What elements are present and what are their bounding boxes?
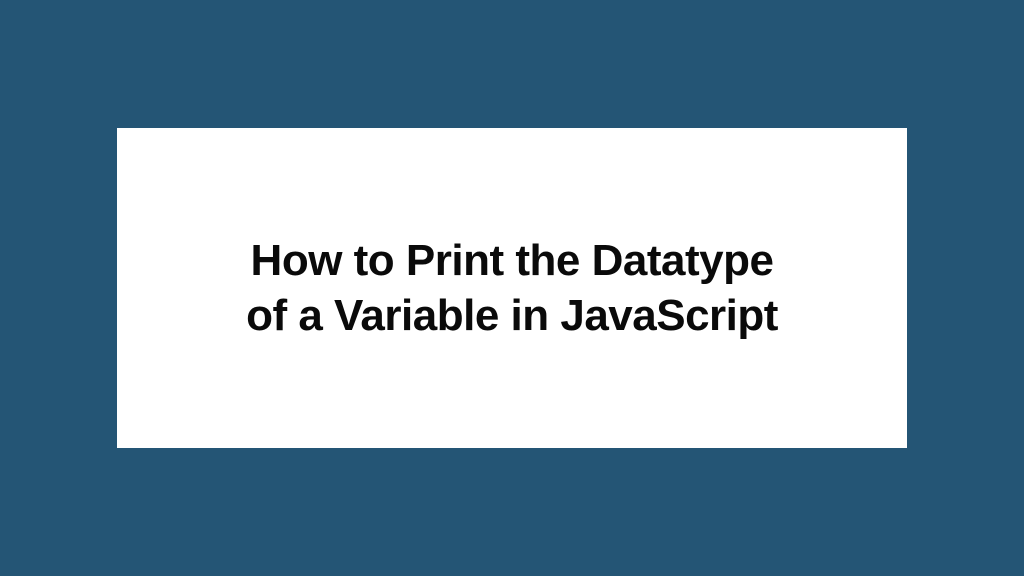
heading-line-1: How to Print the Datatype: [251, 236, 774, 285]
card-heading: How to Print the Datatype of a Variable …: [246, 233, 778, 343]
heading-line-2: of a Variable in JavaScript: [246, 291, 778, 340]
content-card: How to Print the Datatype of a Variable …: [117, 128, 907, 448]
